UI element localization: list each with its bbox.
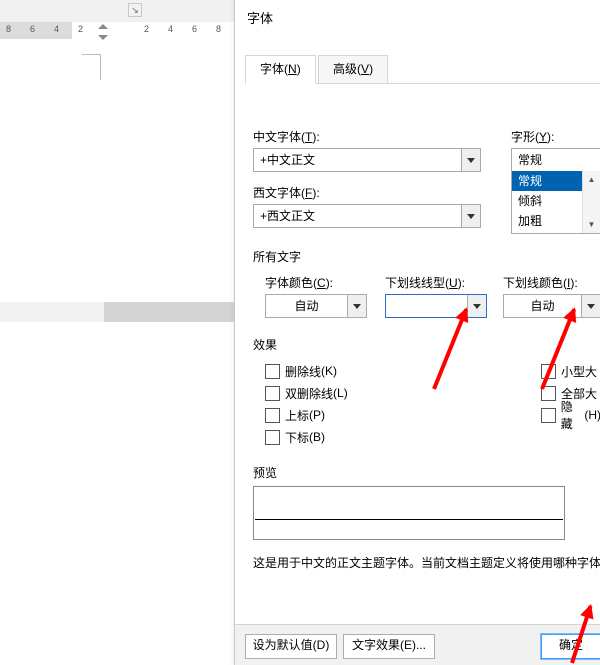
font-style-label: 字形(Y): — [511, 128, 600, 145]
set-default-button[interactable]: 设为默认值(D) — [245, 634, 337, 659]
dialog-button-bar: 设为默认值(D) 文字效果(E)... 确定 — [235, 624, 600, 665]
dropdown-button[interactable] — [581, 295, 600, 317]
ruler-tick: 6 — [192, 24, 197, 34]
chevron-down-icon — [473, 304, 481, 309]
font-color-label: 字体颜色(C): — [265, 274, 365, 291]
checkbox-subscript[interactable]: 下标(B) — [265, 426, 600, 448]
ruler-tick: 8 — [216, 24, 221, 34]
preview-sample-line — [255, 519, 563, 520]
first-line-indent-marker[interactable] — [98, 24, 108, 29]
dropdown-button[interactable] — [347, 295, 366, 317]
checkbox-hidden[interactable]: 隐藏(H) — [541, 404, 600, 426]
font-dialog: 字体 字体(N) 高级(V) 中文字体(T): +中文正文 字形(Y): 常规 … — [234, 0, 600, 665]
dialog-title: 字体 — [247, 0, 273, 38]
ruler-tick: 6 — [30, 24, 35, 34]
underline-style-label: 下划线线型(U): — [385, 274, 485, 291]
preview-box — [253, 486, 565, 540]
checkbox-box — [265, 408, 280, 423]
chevron-down-icon — [467, 214, 475, 219]
chinese-font-value: +中文正文 — [254, 149, 461, 171]
document-area[interactable] — [0, 42, 234, 665]
text-effects-button[interactable]: 文字效果(E)... — [343, 634, 435, 659]
font-style-input[interactable]: 常规 — [511, 148, 600, 171]
tab-font[interactable]: 字体(N) — [245, 55, 316, 84]
ok-button[interactable]: 确定 — [541, 634, 600, 659]
dropdown-button[interactable] — [461, 205, 480, 227]
underline-color-label: 下划线颜色(I): — [503, 274, 600, 291]
theme-font-description: 这是用于中文的正文主题字体。当前文档主题定义将使用哪种字体 — [253, 554, 600, 571]
ribbon-strip — [0, 0, 234, 23]
text-selection[interactable] — [104, 302, 234, 322]
latin-font-value: +西文正文 — [254, 205, 461, 227]
underline-color-combo[interactable]: 自动 — [503, 294, 600, 318]
chinese-font-combo[interactable]: +中文正文 — [253, 148, 481, 172]
latin-font-combo[interactable]: +西文正文 — [253, 204, 481, 228]
hanging-indent-marker[interactable] — [98, 35, 108, 40]
checkbox-box — [541, 408, 556, 423]
checkbox-box — [265, 364, 280, 379]
font-style-value: 常规 — [512, 149, 600, 171]
ruler-tick: 4 — [168, 24, 173, 34]
dialog-tabs: 字体(N) 高级(V) — [245, 55, 600, 84]
latin-font-label: 西文字体(F): — [253, 184, 600, 201]
ribbon-launcher-icon[interactable]: ↘ — [128, 3, 142, 17]
ruler-tick: 8 — [6, 24, 11, 34]
checkbox-box — [265, 430, 280, 445]
selection-gutter — [0, 302, 104, 322]
page-corner — [82, 54, 101, 80]
ruler-tick: 2 — [78, 24, 83, 34]
font-color-value: 自动 — [266, 295, 347, 317]
effects-group-label: 效果 — [253, 336, 600, 353]
font-color-combo[interactable]: 自动 — [265, 294, 367, 318]
chevron-down-icon — [353, 304, 361, 309]
tab-advanced[interactable]: 高级(V) — [318, 55, 388, 84]
chevron-down-icon — [587, 304, 595, 309]
underline-style-value — [392, 305, 461, 317]
ruler-tick: 4 — [54, 24, 59, 34]
chevron-down-icon — [467, 158, 475, 163]
ruler-tick: 2 — [144, 24, 149, 34]
dropdown-button[interactable] — [461, 149, 480, 171]
checkbox-box — [265, 386, 280, 401]
all-text-group-label: 所有文字 — [253, 248, 600, 265]
preview-group-label: 预览 — [253, 464, 600, 481]
